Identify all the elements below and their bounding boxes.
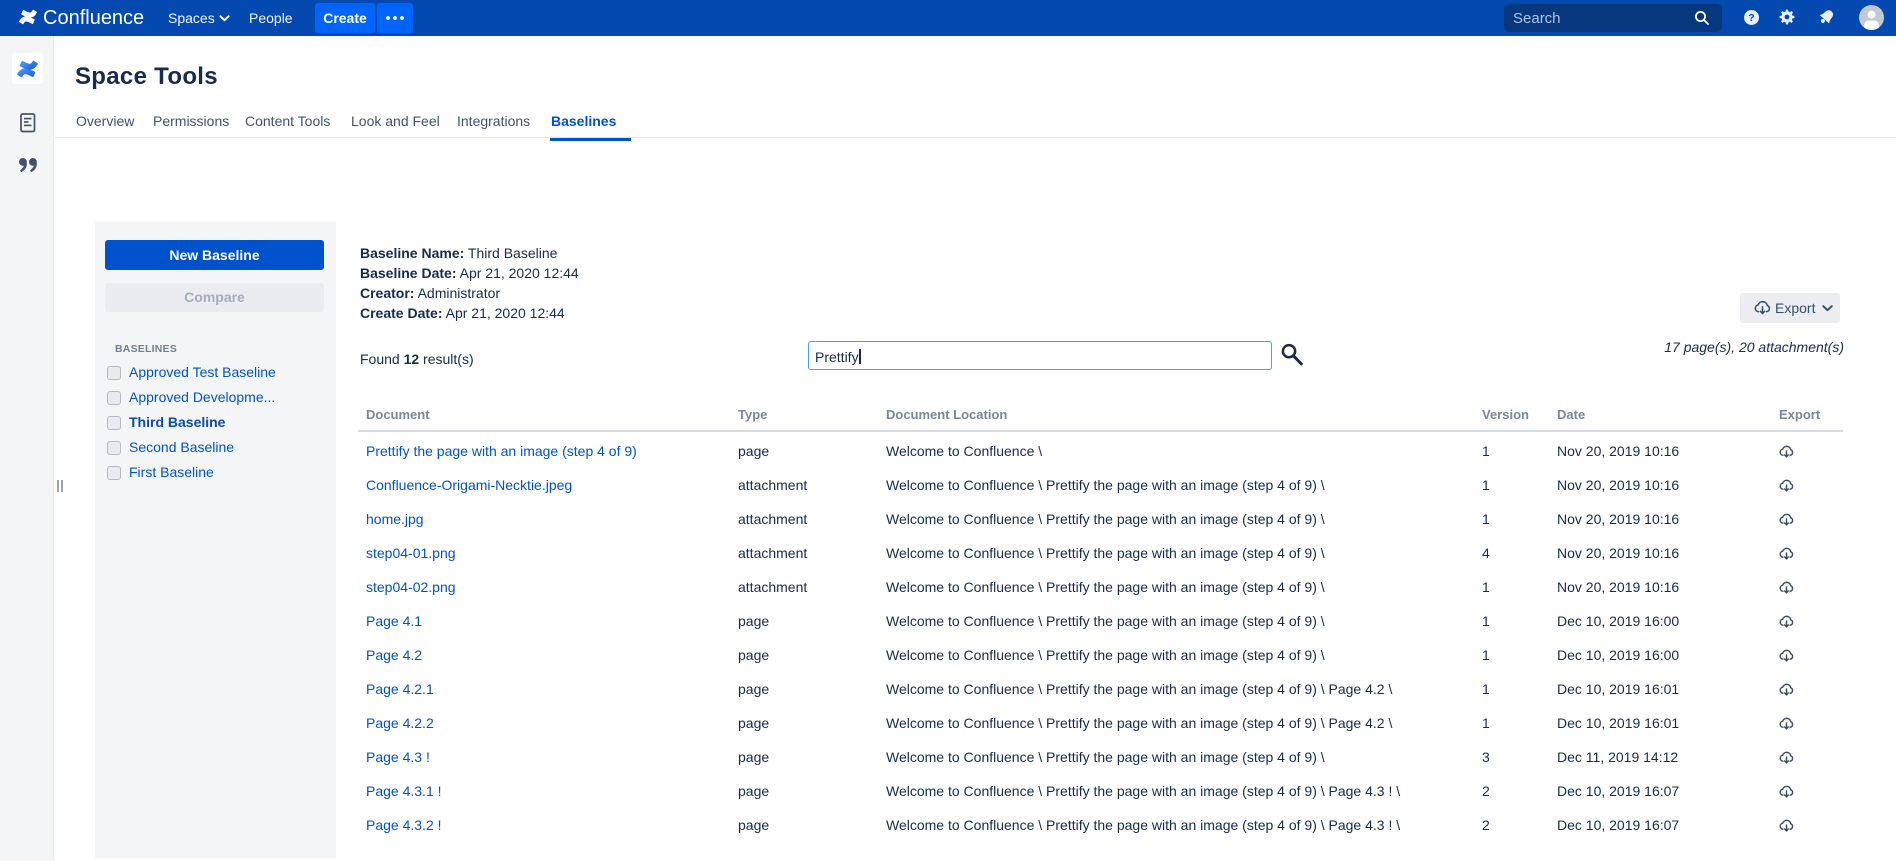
svg-text:?: ? <box>1748 12 1754 24</box>
